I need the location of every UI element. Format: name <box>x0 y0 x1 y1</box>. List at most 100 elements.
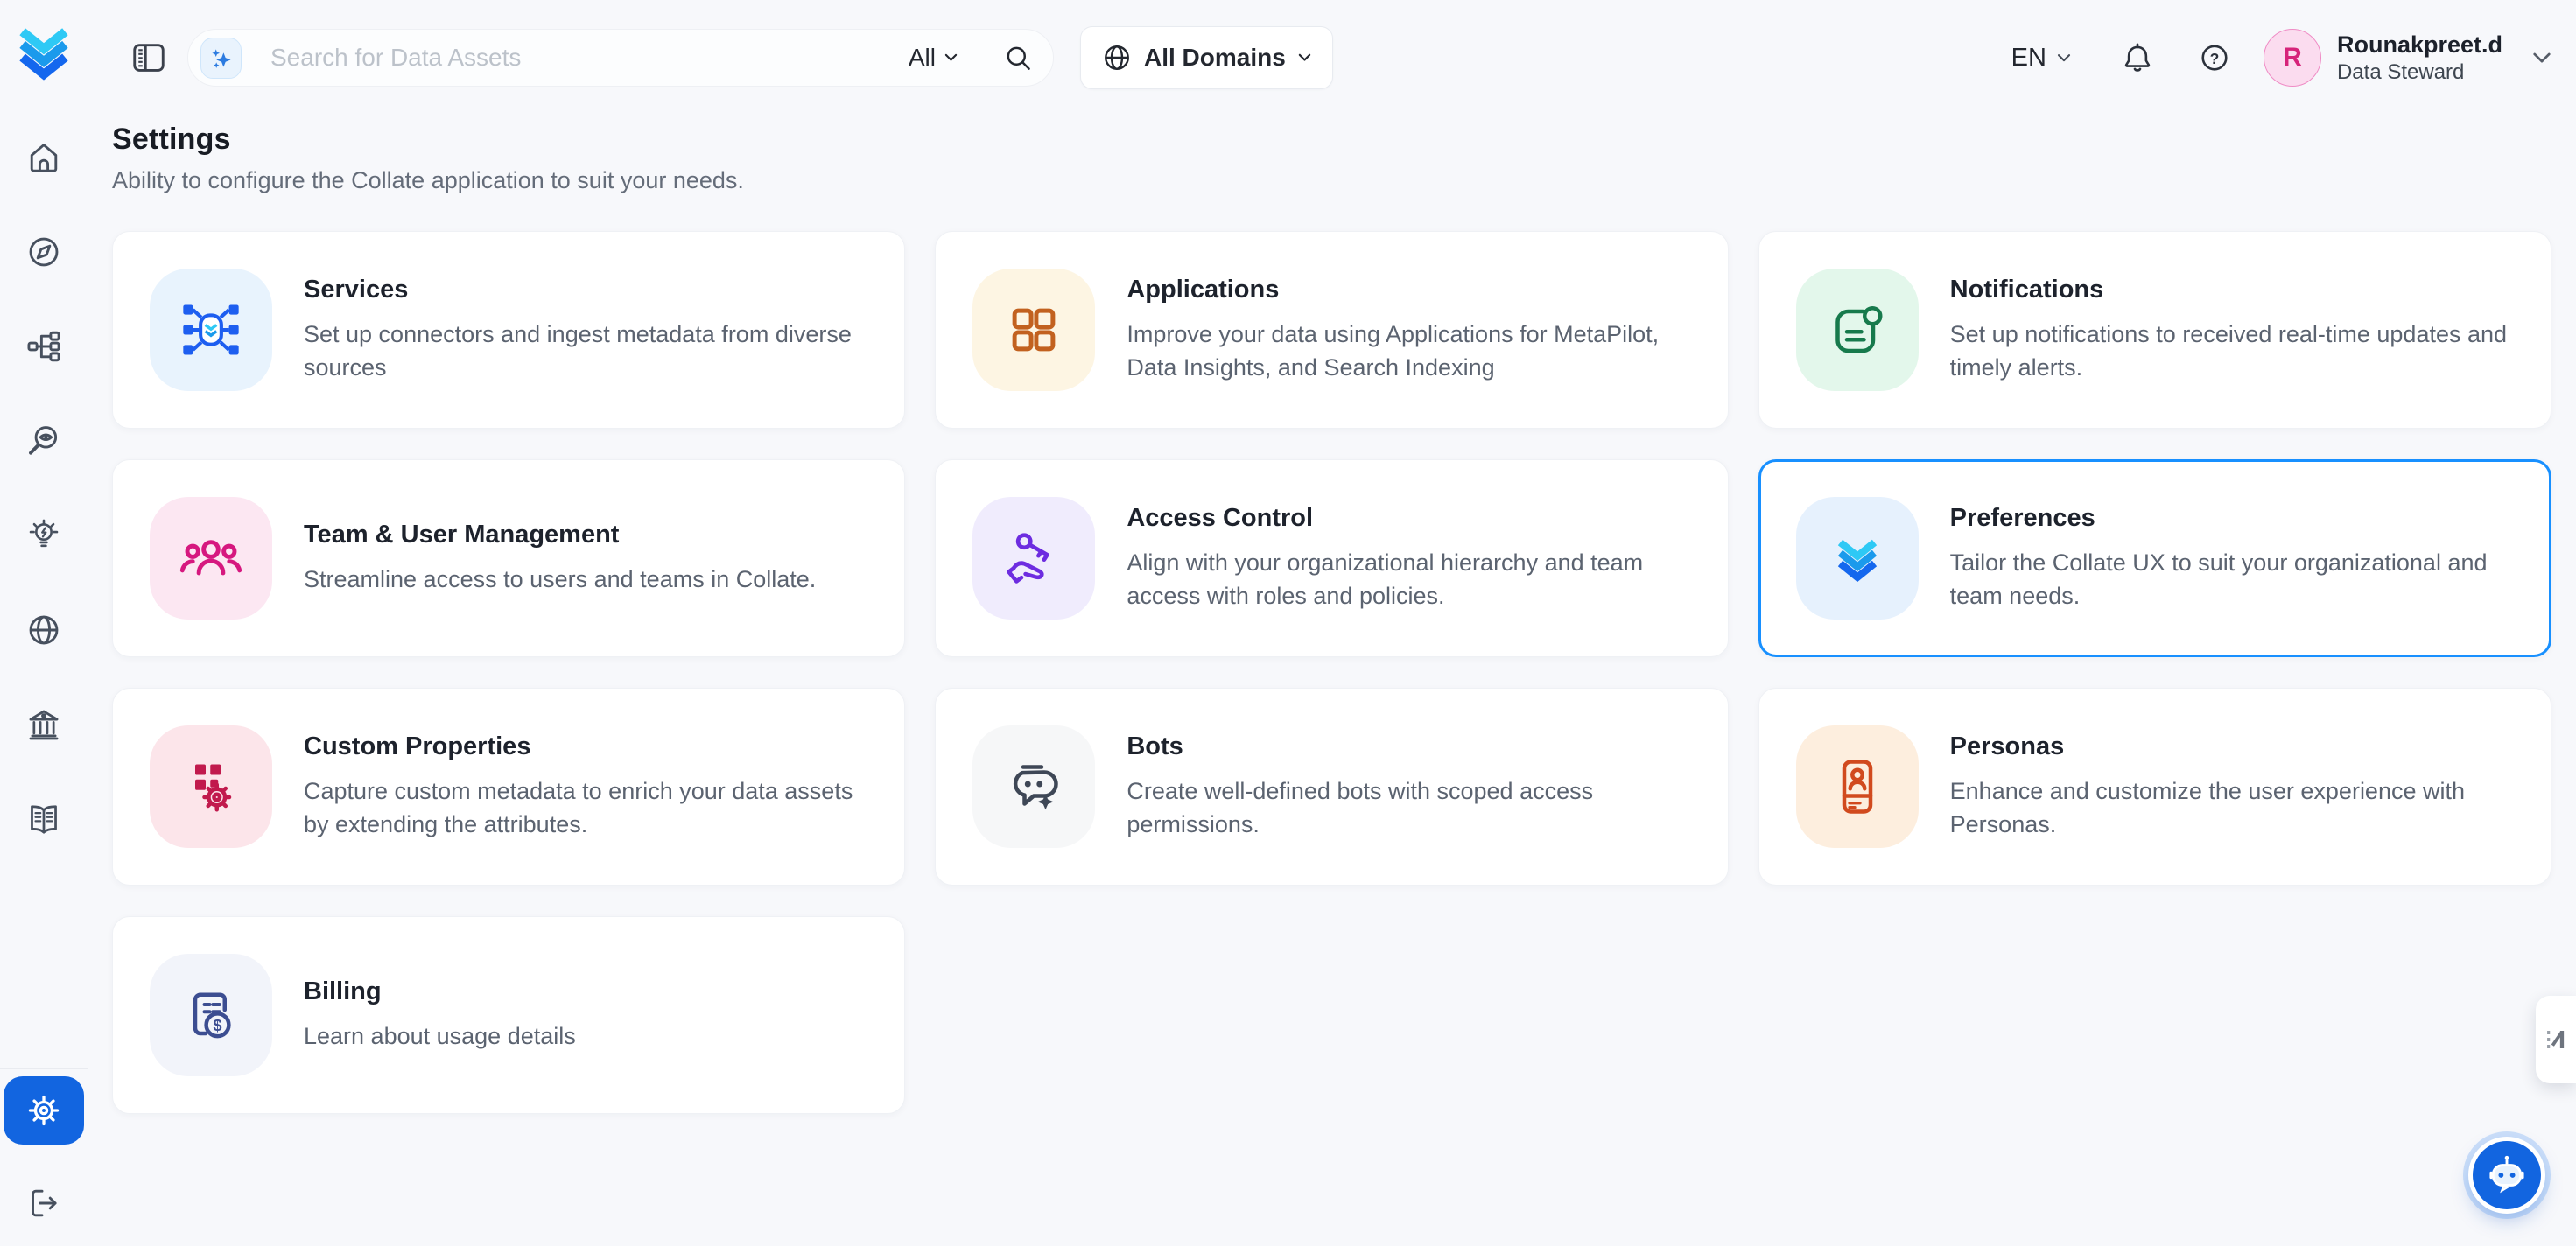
top-bar: All All Domains EN <box>88 0 2551 116</box>
globe-icon <box>1102 43 1132 73</box>
settings-card-preferences[interactable]: Preferences Tailor the Collate UX to sui… <box>1758 459 2551 657</box>
settings-card-notifications[interactable]: Notifications Set up notifications to re… <box>1758 231 2551 429</box>
settings-card-custom-properties[interactable]: Custom Properties Capture custom metadat… <box>112 688 905 886</box>
lineage-flow-icon[interactable] <box>25 327 63 366</box>
left-sidebar <box>0 0 88 1246</box>
language-label: EN <box>2011 44 2046 73</box>
user-info[interactable]: Rounakpreet.d Data Steward <box>2337 31 2502 85</box>
card-title: Applications <box>1127 276 1702 304</box>
personas-tile <box>1796 725 1919 848</box>
notifications-note-icon <box>1826 298 1889 361</box>
global-search-bar: All <box>187 29 1054 87</box>
search-scope-dropdown[interactable]: All <box>909 44 958 72</box>
sidebar-nav <box>25 138 63 838</box>
search-scope-label: All <box>909 44 936 72</box>
preferences-collate-icon <box>1826 527 1889 590</box>
card-title: Billing <box>304 977 880 1006</box>
custom-properties-tile <box>150 725 272 848</box>
card-title: Preferences <box>1950 504 2526 533</box>
page-header: Settings Ability to configure the Collat… <box>88 122 2551 194</box>
chevron-down-icon <box>944 53 958 62</box>
sidebar-divider <box>0 1068 88 1069</box>
gear-icon <box>24 1090 64 1130</box>
settings-card-applications[interactable]: Applications Improve your data using App… <box>935 231 1728 429</box>
team-users-icon <box>179 526 243 591</box>
card-description: Improve your data using Applications for… <box>1127 318 1702 385</box>
domains-globe-icon[interactable] <box>25 611 63 649</box>
access-tile <box>972 497 1095 620</box>
page-title: Settings <box>112 122 2551 157</box>
side-peek-widget[interactable] <box>2536 996 2576 1083</box>
collate-logo[interactable] <box>8 16 80 88</box>
card-description: Align with your organizational hierarchy… <box>1127 546 1702 613</box>
govern-bank-icon[interactable] <box>25 705 63 744</box>
bots-robot-icon <box>1002 755 1065 818</box>
card-description: Enhance and customize the user experienc… <box>1950 774 2526 842</box>
card-title: Services <box>304 276 880 304</box>
explore-compass-icon[interactable] <box>25 233 63 271</box>
panel-toggle-icon[interactable] <box>131 40 166 75</box>
glossary-book-icon[interactable] <box>25 800 63 838</box>
settings-card-team-user-management[interactable]: Team & User Management Streamline access… <box>112 459 905 657</box>
services-connectors-icon <box>178 297 244 363</box>
ai-sparkle-icon[interactable] <box>200 38 242 79</box>
settings-cards-grid: Services Set up connectors and ingest me… <box>112 231 2551 1114</box>
insights-bulb-icon[interactable] <box>25 516 63 555</box>
user-name: Rounakpreet.d <box>2337 31 2502 60</box>
observability-icon[interactable] <box>25 422 63 460</box>
card-description: Set up notifications to received real-ti… <box>1950 318 2526 385</box>
chat-bot-icon <box>2481 1150 2532 1200</box>
chevron-down-icon <box>1298 53 1311 62</box>
card-description: Set up connectors and ingest metadata fr… <box>304 318 880 385</box>
personas-card-icon <box>1826 755 1889 818</box>
settings-card-personas[interactable]: Personas Enhance and customize the user … <box>1758 688 2551 886</box>
chat-bot-fab[interactable] <box>2473 1141 2541 1209</box>
card-title: Access Control <box>1127 504 1702 533</box>
user-avatar[interactable]: R <box>2264 29 2321 87</box>
team-tile <box>150 497 272 620</box>
card-description: Learn about usage details <box>304 1019 880 1053</box>
all-domains-label: All Domains <box>1144 44 1286 72</box>
card-title: Team & User Management <box>304 521 880 550</box>
card-title: Personas <box>1950 732 2526 761</box>
user-role: Data Steward <box>2337 60 2502 85</box>
svg-text:?: ? <box>2210 50 2220 67</box>
logout-icon[interactable] <box>24 1183 64 1223</box>
card-description: Create well-defined bots with scoped acc… <box>1127 774 1702 842</box>
card-title: Custom Properties <box>304 732 880 761</box>
all-domains-button[interactable]: All Domains <box>1080 26 1333 89</box>
access-key-hand-icon <box>1001 526 1066 591</box>
settings-card-bots[interactable]: Bots Create well-defined bots with scope… <box>935 688 1728 886</box>
card-description: Streamline access to users and teams in … <box>304 563 880 596</box>
applications-grid-icon <box>1003 299 1064 360</box>
settings-card-billing[interactable]: $ Billing Learn about usage details <box>112 916 905 1114</box>
page-subtitle: Ability to configure the Collate applica… <box>112 167 2551 194</box>
user-menu-chevron-icon[interactable] <box>2532 52 2551 65</box>
billing-receipt-icon: $ <box>179 984 242 1046</box>
settings-card-access-control[interactable]: Access Control Align with your organizat… <box>935 459 1728 657</box>
home-icon[interactable] <box>25 138 63 177</box>
side-peek-partial-icon <box>2543 1026 2571 1054</box>
chevron-down-icon <box>2057 53 2071 63</box>
services-tile <box>150 269 272 391</box>
magnifier-icon[interactable] <box>1002 42 1034 74</box>
help-icon[interactable]: ? <box>2197 40 2232 75</box>
card-description: Capture custom metadata to enrich your d… <box>304 774 880 842</box>
custom-properties-gear-icon <box>179 755 242 818</box>
svg-text:$: $ <box>213 1017 221 1034</box>
language-dropdown[interactable]: EN <box>2011 44 2071 73</box>
sidebar-item-settings-active[interactable] <box>4 1076 84 1144</box>
billing-tile: $ <box>150 954 272 1076</box>
card-description: Tailor the Collate UX to suit your organ… <box>1950 546 2526 613</box>
notifications-tile <box>1796 269 1919 391</box>
card-title: Notifications <box>1950 276 2526 304</box>
card-title: Bots <box>1127 732 1702 761</box>
bell-icon[interactable] <box>2120 40 2155 75</box>
preferences-tile <box>1796 497 1919 620</box>
main-area: All All Domains EN <box>88 0 2576 1114</box>
search-input[interactable] <box>270 44 909 72</box>
bots-tile <box>972 725 1095 848</box>
avatar-initial: R <box>2283 43 2302 73</box>
settings-card-services[interactable]: Services Set up connectors and ingest me… <box>112 231 905 429</box>
applications-tile <box>972 269 1095 391</box>
